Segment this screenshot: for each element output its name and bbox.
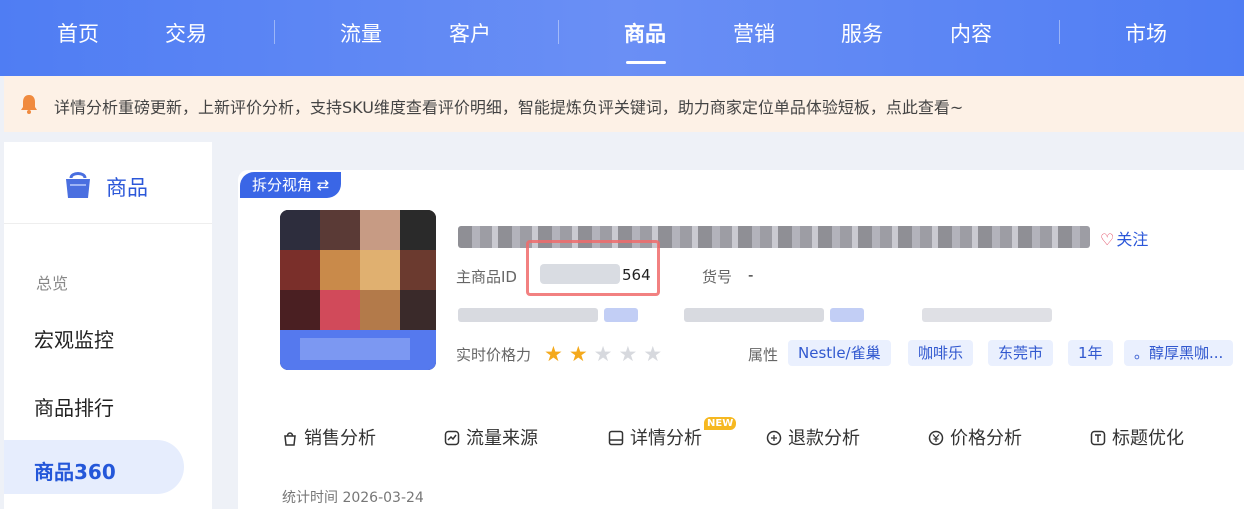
sidebar-item-macro-monitor[interactable]: 宏观监控 bbox=[34, 324, 114, 353]
star-filled-icon: ★ bbox=[544, 342, 569, 366]
blurred-info bbox=[458, 308, 598, 322]
star-empty-icon: ★ bbox=[618, 342, 644, 366]
yen-icon bbox=[928, 430, 944, 446]
main-id-label: 主商品ID bbox=[456, 268, 517, 286]
tab-detail-analysis[interactable]: 详情分析 bbox=[608, 424, 702, 450]
star-empty-icon: ★ bbox=[593, 342, 619, 366]
sidebar-group-overview: 总览 bbox=[36, 274, 69, 293]
nav-separator bbox=[558, 20, 559, 44]
attr-tag: 。醇厚黑咖... bbox=[1124, 340, 1234, 366]
star-empty-icon: ★ bbox=[643, 342, 669, 366]
sidebar-item-product-ranking[interactable]: 商品排行 bbox=[34, 392, 114, 421]
notice-text[interactable]: 详情分析重磅更新，上新评价分析，支持SKU维度查看评价明细，智能提炼负评关键词，… bbox=[54, 94, 963, 118]
attr-tag: 1年 bbox=[1068, 340, 1113, 366]
refund-icon bbox=[766, 430, 782, 446]
attr-tag: 东莞市 bbox=[988, 340, 1054, 366]
title-icon bbox=[1090, 430, 1106, 446]
item-no-label: 货号 bbox=[702, 268, 733, 286]
nav-item-traffic[interactable]: 流量 bbox=[340, 18, 382, 48]
detail-icon bbox=[608, 430, 624, 446]
nav-active-underline bbox=[626, 61, 666, 64]
notice-bar[interactable]: 详情分析重磅更新，上新评价分析，支持SKU维度查看评价明细，智能提炼负评关键词，… bbox=[4, 76, 1244, 132]
split-view-button[interactable]: 拆分视角 ⇄ bbox=[240, 172, 342, 198]
tab-traffic-source[interactable]: 流量来源 bbox=[444, 424, 538, 450]
new-badge: NEW bbox=[704, 417, 737, 430]
stat-time: 统计时间 2026-03-24 bbox=[282, 490, 424, 506]
shopping-bag-icon bbox=[66, 172, 90, 198]
nav-item-marketing[interactable]: 营销 bbox=[733, 18, 775, 48]
nav-item-market[interactable]: 市场 bbox=[1125, 18, 1167, 48]
sidebar-header: 商品 bbox=[4, 142, 212, 224]
nav-item-content[interactable]: 内容 bbox=[950, 18, 992, 48]
blurred-info bbox=[684, 308, 824, 322]
star-filled-icon: ★ bbox=[568, 342, 594, 366]
sidebar-item-product-360[interactable]: 商品360 bbox=[34, 456, 116, 485]
attr-tag: 咖啡乐 bbox=[908, 340, 974, 366]
attr-tag: Nestle/雀巢 bbox=[788, 340, 891, 366]
nav-item-service[interactable]: 服务 bbox=[841, 18, 883, 48]
item-no-value: - bbox=[748, 266, 754, 284]
blurred-info bbox=[922, 308, 1052, 322]
price-power-label: 实时价格力 bbox=[456, 346, 532, 364]
sidebar-title: 商品 bbox=[106, 176, 148, 200]
nav-item-home[interactable]: 首页 bbox=[57, 18, 99, 48]
heart-icon: ♡ bbox=[1100, 230, 1115, 249]
product-thumbnail[interactable] bbox=[280, 210, 436, 370]
tab-title-optimization[interactable]: 标题优化 bbox=[1090, 424, 1184, 450]
nav-item-product[interactable]: 商品 bbox=[624, 18, 666, 48]
bag-icon bbox=[284, 432, 296, 446]
tab-refund-analysis[interactable]: 退款分析 bbox=[766, 424, 860, 450]
sidebar: 商品 总览 宏观监控 商品排行 商品360 bbox=[4, 142, 212, 509]
bell-icon bbox=[21, 95, 37, 114]
top-nav: 首页 交易 流量 客户 商品 营销 服务 内容 市场 bbox=[0, 0, 1244, 76]
tab-sales-analysis[interactable]: 销售分析 bbox=[282, 424, 376, 450]
blurred-info bbox=[604, 308, 638, 322]
nav-separator bbox=[274, 20, 275, 44]
nav-item-customer[interactable]: 客户 bbox=[449, 18, 491, 48]
nav-item-trade[interactable]: 交易 bbox=[165, 18, 207, 48]
attr-label: 属性 bbox=[748, 346, 779, 364]
main-id-highlight-box bbox=[526, 240, 660, 296]
price-power-rating: ★★★★★ bbox=[544, 342, 668, 366]
tab-price-analysis[interactable]: 价格分析 bbox=[928, 424, 1022, 450]
nav-separator bbox=[1059, 20, 1060, 44]
blurred-info bbox=[830, 308, 864, 322]
trend-icon bbox=[444, 430, 460, 446]
follow-button[interactable]: ♡ 关注 bbox=[1100, 226, 1148, 250]
